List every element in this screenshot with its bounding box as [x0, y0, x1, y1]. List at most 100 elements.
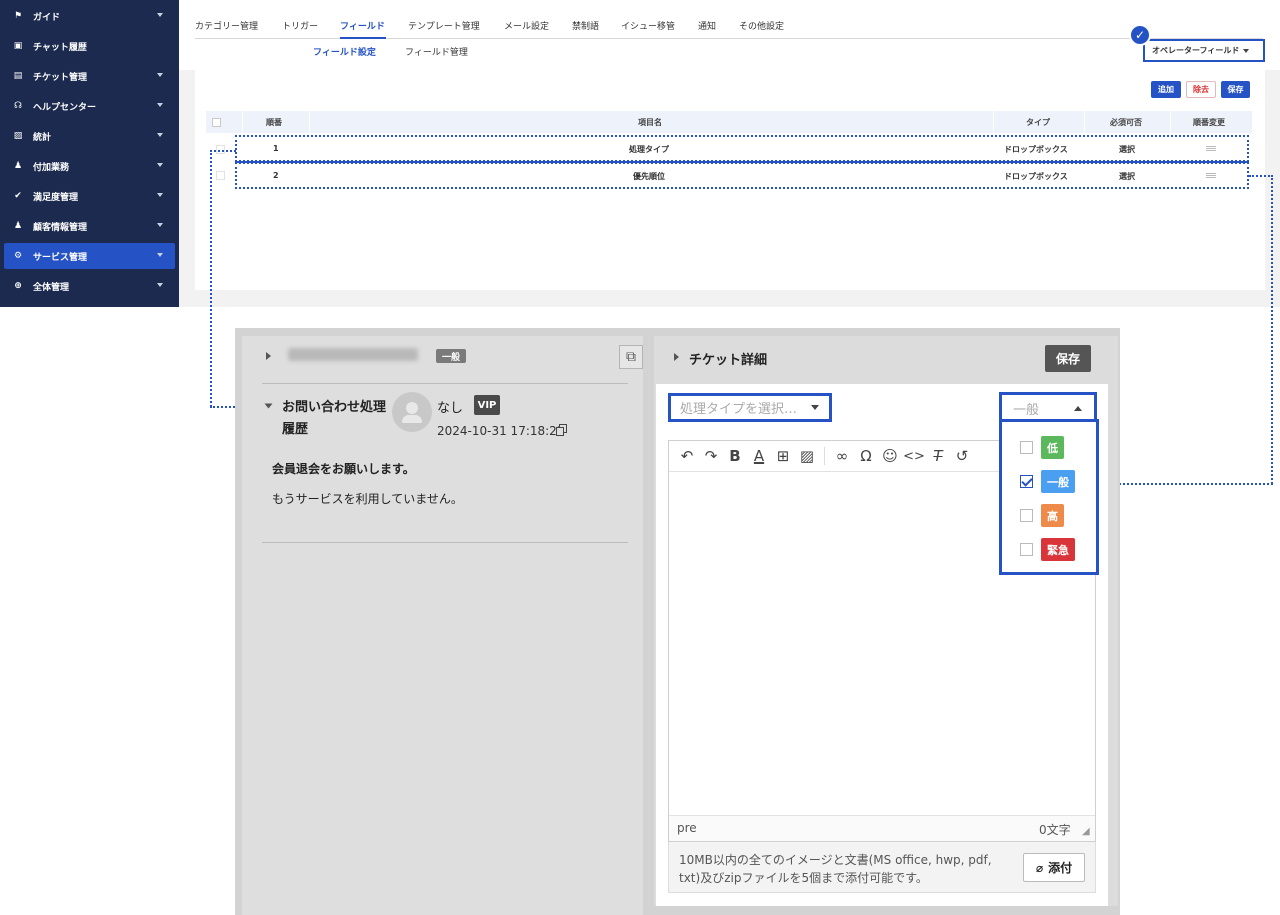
column-header-required[interactable]: 必須可否 — [1110, 117, 1142, 128]
attach-button[interactable]: ⌀ 添付 — [1023, 853, 1085, 882]
active-tab-indicator — [340, 37, 386, 39]
table-header — [206, 111, 1252, 133]
connector-line — [1098, 483, 1273, 485]
toolbar-separator — [824, 447, 825, 465]
sidebar-item-additional-tasks[interactable]: ♟ 付加業務 — [4, 153, 175, 179]
connector-line — [210, 150, 236, 152]
tab-template[interactable]: テンプレート管理 — [408, 19, 480, 32]
tab-mail-settings[interactable]: メール設定 — [504, 19, 549, 32]
text-color-icon[interactable]: A — [749, 446, 769, 466]
remove-button[interactable]: 除去 — [1186, 81, 1216, 98]
sidebar-item-customer-info[interactable]: ♟ 顧客情報管理 — [4, 213, 175, 239]
add-button[interactable]: 追加 — [1151, 81, 1181, 98]
ticket-detail-title: チケット詳細 — [689, 353, 768, 368]
copy-icon[interactable] — [556, 424, 568, 436]
sidebar-item-label: 満足度管理 — [33, 192, 79, 203]
priority-option-normal[interactable]: 一般 — [1041, 470, 1075, 493]
priority-selected-value: 一般 — [1013, 402, 1040, 418]
sidebar-item-satisfaction[interactable]: ✔ 満足度管理 — [4, 183, 175, 209]
code-icon[interactable]: <> — [903, 446, 925, 466]
process-type-select[interactable]: 処理タイプを選択… — [668, 393, 832, 422]
chat-icon: ▣ — [13, 41, 23, 51]
history-icon[interactable]: ↺ — [952, 446, 972, 466]
column-divider — [993, 111, 994, 133]
tab-category[interactable]: カテゴリー管理 — [195, 19, 258, 32]
tab-trigger[interactable]: トリガー — [282, 19, 318, 32]
chevron-down-icon — [811, 405, 820, 410]
clear-format-icon[interactable]: T — [928, 446, 948, 466]
column-header-type[interactable]: タイプ — [1026, 117, 1050, 128]
row-order: 2 — [273, 171, 279, 180]
sidebar-item-label: 付加業務 — [33, 162, 70, 173]
emoji-icon[interactable]: ☺ — [880, 446, 900, 466]
priority-checkbox-high[interactable] — [1020, 509, 1033, 522]
save-button[interactable]: 保存 — [1221, 81, 1250, 98]
drag-handle-icon[interactable] — [1206, 146, 1216, 151]
link-icon[interactable]: ∞ — [832, 446, 852, 466]
select-all-checkbox[interactable] — [212, 118, 221, 127]
sidebar-item-chat-history[interactable]: ▣ チャット履歴 — [4, 33, 175, 59]
tab-other-settings[interactable]: その他設定 — [739, 19, 784, 32]
collapse-arrow-icon[interactable] — [264, 403, 273, 409]
connector-line — [210, 150, 212, 407]
drag-handle-icon[interactable] — [1206, 173, 1216, 178]
chevron-down-icon — [157, 253, 163, 257]
redo-icon[interactable]: ↷ — [701, 446, 721, 466]
priority-checkbox-low[interactable] — [1020, 441, 1033, 454]
column-header-name[interactable]: 項目名 — [638, 117, 662, 128]
priority-checkbox-urgent[interactable] — [1020, 543, 1033, 556]
user-icon: ♟ — [13, 161, 23, 171]
chevron-down-icon — [1243, 48, 1250, 53]
ticket-id-blurred — [288, 348, 418, 361]
priority-option-high[interactable]: 高 — [1041, 504, 1064, 527]
editor-statusbar — [669, 815, 1095, 841]
undo-icon[interactable]: ↶ — [677, 446, 697, 466]
tab-banned-words[interactable]: 禁制語 — [572, 19, 599, 32]
chevron-down-icon — [157, 193, 163, 197]
message-line: 会員退会をお願いします。 — [272, 462, 415, 476]
priority-option-urgent[interactable]: 緊急 — [1041, 538, 1075, 561]
chevron-down-icon — [157, 283, 163, 287]
tab-field[interactable]: フィールド — [340, 19, 385, 32]
bold-icon[interactable]: B — [725, 446, 745, 466]
sidebar-item-overall-management[interactable]: ⊕ 全体管理 — [4, 273, 175, 299]
external-link-icon[interactable]: ⧉ — [619, 345, 643, 369]
expand-arrow-icon[interactable] — [674, 353, 679, 361]
chart-icon: ▨ — [13, 131, 23, 141]
priority-select[interactable]: 一般 — [999, 392, 1097, 421]
resize-handle-icon[interactable]: ◢ — [1082, 826, 1090, 837]
toolbar-divider — [669, 471, 999, 472]
operator-field-dropdown[interactable]: オペレーターフィールド — [1143, 39, 1265, 62]
sidebar-item-label: チャット履歴 — [33, 42, 87, 53]
ticket-save-button[interactable]: 保存 — [1045, 345, 1091, 372]
expand-arrow-icon[interactable] — [266, 352, 271, 360]
tab-notification[interactable]: 通知 — [698, 19, 716, 32]
attachment-note-line: 10MB以内の全てのイメージと文書(MS office, hwp, pdf, — [679, 853, 992, 867]
image-icon[interactable]: ▨ — [797, 446, 817, 466]
subtab-field-settings[interactable]: フィールド設定 — [313, 45, 376, 58]
contact-icon: ♟ — [13, 221, 23, 231]
editor-element-path: pre — [677, 821, 697, 835]
plus-circle-icon: ⊕ — [14, 281, 22, 291]
flag-icon: ⚑ — [13, 11, 23, 21]
table-row[interactable] — [235, 135, 1249, 162]
sidebar-item-ticket-management[interactable]: ▤ チケット管理 — [4, 63, 175, 89]
priority-checkbox-normal[interactable] — [1020, 475, 1033, 488]
row-required: 選択 — [1119, 145, 1135, 154]
tab-issue-transfer[interactable]: イシュー移管 — [621, 19, 675, 32]
sidebar-item-statistics[interactable]: ▨ 統計 — [4, 123, 175, 149]
sidebar: ⚑ ガイド ▣ チャット履歴 ▤ チケット管理 ☊ ヘルプセンター ▨ 統計 ♟… — [0, 0, 179, 307]
column-divider — [1170, 111, 1171, 133]
sidebar-item-service-management[interactable]: ⚙ サービス管理 — [4, 243, 175, 269]
sidebar-item-guide[interactable]: ⚑ ガイド — [4, 3, 175, 29]
column-header-reorder[interactable]: 順番変更 — [1193, 117, 1225, 128]
table-row[interactable] — [235, 162, 1249, 189]
special-char-icon[interactable]: Ω — [856, 446, 876, 466]
row-checkbox[interactable] — [216, 171, 225, 180]
subtab-field-management[interactable]: フィールド管理 — [405, 45, 468, 58]
column-divider — [1084, 111, 1085, 133]
sidebar-item-help-center[interactable]: ☊ ヘルプセンター — [4, 93, 175, 119]
table-icon[interactable]: ⊞ — [773, 446, 793, 466]
priority-option-low[interactable]: 低 — [1041, 436, 1064, 459]
column-header-order[interactable]: 順番 — [266, 117, 282, 128]
